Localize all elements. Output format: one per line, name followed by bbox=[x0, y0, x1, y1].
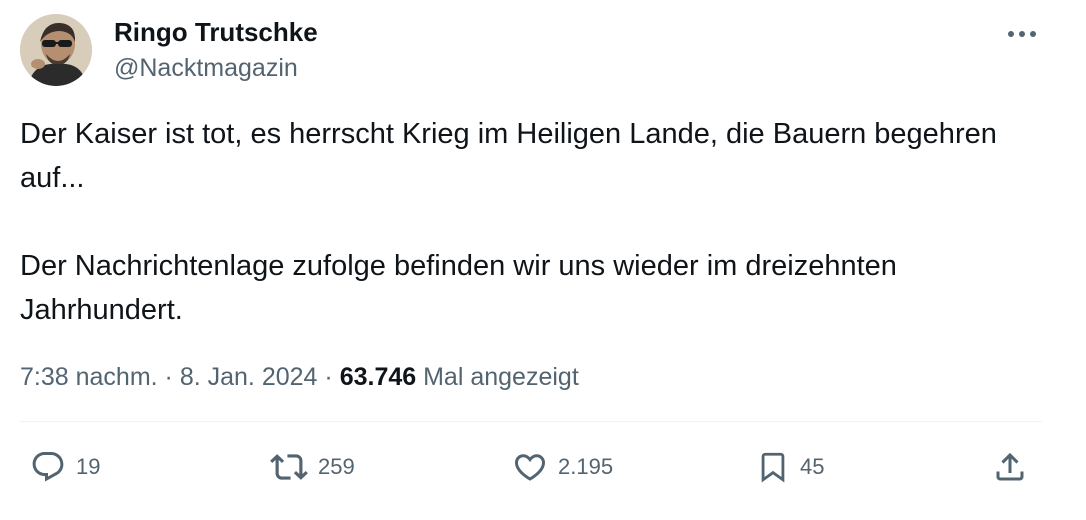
tweet-time[interactable]: 7:38 nachm. bbox=[20, 363, 158, 391]
divider bbox=[20, 421, 1042, 422]
user-avatar-photo bbox=[20, 14, 92, 86]
meta-separator: · bbox=[324, 363, 333, 391]
tweet-text: Der Kaiser ist tot, es herrscht Krieg im… bbox=[20, 112, 1030, 332]
meta-separator: · bbox=[164, 363, 173, 391]
reply-count: 19 bbox=[76, 454, 101, 479]
share-button[interactable] bbox=[992, 443, 1028, 491]
author-handle[interactable]: @Nacktmagazin bbox=[114, 52, 298, 84]
bookmark-count: 45 bbox=[800, 454, 825, 479]
reply-button[interactable]: 19 bbox=[30, 443, 100, 491]
repost-icon bbox=[270, 454, 308, 480]
like-count: 2.195 bbox=[558, 454, 614, 479]
tweet-paragraph: Der Kaiser ist tot, es herrscht Krieg im… bbox=[20, 118, 997, 194]
views-label: Mal angezeigt bbox=[423, 363, 579, 391]
share-icon bbox=[996, 452, 1024, 481]
repost-button[interactable]: 259 bbox=[270, 443, 355, 491]
author-display-name[interactable]: Ringo Trutschke bbox=[114, 16, 318, 48]
like-button[interactable]: 2.195 bbox=[512, 443, 613, 491]
views-count: 63.746 bbox=[339, 363, 417, 391]
bookmark-button[interactable]: 45 bbox=[756, 443, 824, 491]
tweet-date[interactable]: 8. Jan. 2024 bbox=[180, 363, 318, 391]
repost-count: 259 bbox=[318, 454, 355, 479]
avatar[interactable] bbox=[20, 14, 92, 86]
action-bar: 19 259 2.195 45 bbox=[20, 443, 1042, 491]
tweet-metadata: 7:38 nachm. · 8. Jan. 2024 · 63.746 Mal … bbox=[20, 360, 579, 394]
reply-icon bbox=[32, 452, 64, 482]
more-dots-icon bbox=[1008, 31, 1036, 37]
more-options-button[interactable] bbox=[1002, 20, 1042, 48]
bookmark-icon bbox=[761, 452, 785, 483]
tweet-paragraph: Der Nachrichtenlage zufolge befinden wir… bbox=[20, 250, 897, 326]
heart-icon bbox=[514, 454, 546, 481]
